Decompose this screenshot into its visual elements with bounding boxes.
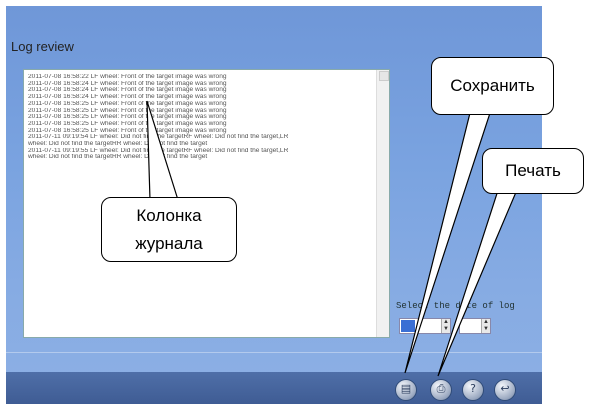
scroll-up-arrow-icon[interactable] [379, 71, 389, 81]
log-line: 2011-07-11 09:19:55 LF wheel: Did not fi… [28, 147, 289, 154]
log-line: 2011-07-08 16:58:25 LF wheel: Front of t… [28, 127, 227, 134]
help-icon: ? [470, 382, 476, 395]
date-from-selection [401, 320, 415, 332]
exit-button[interactable]: ↩ [494, 379, 516, 401]
window-title: Log review [11, 39, 74, 54]
log-lines: 2011-07-08 16:58:22 LF wheel: Front of t… [28, 74, 375, 161]
log-line: 2011-07-08 16:58:24 LF wheel: Front of t… [28, 80, 227, 87]
log-line: 2011-07-11 09:19:54 LF wheel: Did not fi… [28, 134, 289, 141]
help-button[interactable]: ? [462, 379, 484, 401]
date-from-spinner[interactable]: ▲ ▼ [399, 318, 451, 334]
log-line: 2011-07-08 16:58:25 LF wheel: Front of t… [28, 114, 227, 121]
log-line: 2011-07-08 16:58:25 LF wheel: Front of t… [28, 107, 227, 114]
exit-icon: ↩ [500, 382, 510, 395]
log-line: 2011-07-08 16:58:24 LF wheel: Front of t… [28, 87, 227, 94]
log-line: wheel: Did not find the targetRR wheel: … [28, 141, 208, 148]
save-callout: Сохранить [431, 57, 554, 115]
log-column-callout: Колонка журнала [101, 197, 237, 262]
date-select-label: Select the date of log [396, 301, 515, 311]
log-line: 2011-07-08 16:58:22 LF wheel: Front of t… [28, 74, 227, 80]
date-to-spinner[interactable]: ▲ ▼ [459, 318, 491, 334]
log-scrollbar[interactable] [376, 70, 389, 337]
print-callout: Печать [482, 148, 584, 194]
date-from-updown-icon[interactable]: ▲ ▼ [441, 319, 450, 333]
print-icon: ⎙ [436, 382, 446, 395]
log-line: 2011-07-08 16:58:25 LF wheel: Front of t… [28, 100, 227, 107]
save-button[interactable]: ▤ [395, 379, 417, 401]
log-line: wheel: Did not find the targetRR wheel: … [28, 154, 208, 161]
log-line: 2011-07-08 16:58:24 LF wheel: Front of t… [28, 94, 227, 101]
print-button[interactable]: ⎙ [430, 379, 452, 401]
separator-line [6, 352, 542, 353]
log-line: 2011-07-08 16:58:25 LF wheel: Front of t… [28, 120, 227, 127]
date-to-updown-icon[interactable]: ▲ ▼ [481, 319, 490, 333]
save-icon: ▤ [400, 382, 412, 395]
